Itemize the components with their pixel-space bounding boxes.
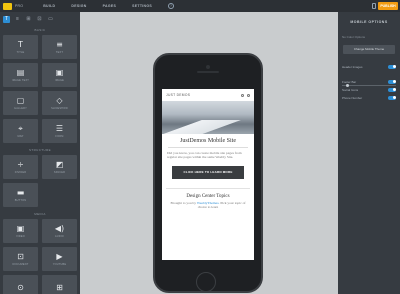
panel-title: MOBILE OPTIONS [350, 20, 388, 24]
grid-icon: ⊞ [56, 282, 63, 292]
image-icon: ▣ [55, 68, 64, 77]
element-title[interactable]: T TITLE [3, 35, 38, 59]
plan-label[interactable]: PRO [15, 4, 23, 8]
panel-tabs: T ≡ ⊞ ⊡ ▭ [0, 12, 80, 25]
nav-settings[interactable]: SETTINGS [132, 4, 152, 8]
element-form[interactable]: ☰ FORM [42, 119, 77, 143]
weebly-logo-icon[interactable] [3, 2, 12, 10]
title-icon: T [18, 40, 23, 49]
option-social-icons: Social Icons [338, 87, 400, 92]
mobile-body-text[interactable]: Did you know, you can create mobile site… [162, 151, 254, 161]
menu-icon[interactable] [241, 93, 244, 97]
weebly-themes-link[interactable]: WeeblyThemes. [197, 201, 220, 205]
phone-frame: JUST DEMOS JustDemos Mobile Site Did you… [153, 53, 263, 293]
element-slideshow[interactable]: ◇ SLIDESHOW [42, 91, 77, 115]
element-divider[interactable]: ÷ DIVIDER [3, 155, 38, 179]
nav-build[interactable]: BUILD [43, 4, 55, 8]
document-icon: ⊡ [17, 252, 24, 261]
home-button [196, 272, 216, 292]
device-switcher [372, 3, 376, 9]
phone-number-toggle[interactable] [388, 95, 396, 100]
tab-grid-icon[interactable]: ⊞ [25, 16, 32, 23]
section-structure-label: STRUCTURE [28, 148, 52, 152]
youtube-icon: ▶ [56, 252, 63, 261]
mobile-options-panel: MOBILE OPTIONS No Color Options Change M… [338, 12, 400, 294]
option-header-images: Header Images [338, 64, 400, 69]
topic-heading[interactable]: Design Center Topics [162, 194, 254, 199]
editor-canvas: JUST DEMOS JustDemos Mobile Site Did you… [80, 12, 338, 294]
publish-button[interactable]: PUBLISH [378, 2, 398, 10]
elements-panel: T ≡ ⊞ ⊡ ▭ BASIC T TITLE ≡ TEXT ▤ IMAGE TEXT… [0, 12, 80, 294]
element-audio[interactable]: ◀) AUDIO [42, 219, 77, 243]
phone-screen[interactable]: JUST DEMOS JustDemos Mobile Site Did you… [162, 89, 254, 260]
speaker-grille [197, 71, 219, 73]
element-video[interactable]: ▣ VIDEO [3, 219, 38, 243]
text-icon: ≡ [56, 40, 63, 49]
tab-layout-icon[interactable]: ≡ [14, 16, 21, 23]
audio-icon: ◀) [54, 224, 65, 233]
video-icon: ▣ [16, 224, 25, 233]
nav-pages[interactable]: PAGES [103, 4, 117, 8]
topic-text[interactable]: Brought to you by WeeblyThemes. Pick you… [162, 201, 254, 211]
slider-knob[interactable] [346, 84, 349, 87]
header-image[interactable] [162, 101, 254, 134]
option-phone-number: Phone Number [338, 95, 400, 100]
mobile-header: JUST DEMOS [162, 89, 254, 101]
media-elements: ▣ VIDEO ◀) AUDIO ⊡ DOCUMENT ▶ YOUTUBE ⊙ ⊞ [0, 219, 80, 294]
form-icon: ☰ [55, 124, 64, 133]
desktop-view-icon[interactable] [372, 3, 376, 9]
scroll-size-slider[interactable] [342, 84, 396, 87]
learn-more-button[interactable]: CLICK HERE TO LEARN MORE [172, 166, 244, 180]
element-spacer[interactable]: ◩ SPACER [42, 155, 77, 179]
element-media-6[interactable]: ⊞ [42, 275, 77, 294]
section-media-label: MEDIA [34, 212, 46, 216]
header-images-toggle[interactable] [388, 64, 396, 69]
gallery-icon: ▢ [16, 96, 25, 105]
social-icons-toggle[interactable] [388, 87, 396, 92]
top-bar: PRO BUILD DESIGN PAGES SETTINGS ? PUBLIS… [0, 0, 400, 12]
button-icon: ▬ [16, 188, 25, 197]
image-text-icon: ▤ [16, 68, 25, 77]
element-image[interactable]: ▣ IMAGE [42, 63, 77, 87]
tab-more-icon[interactable]: ▭ [47, 16, 54, 23]
element-gallery[interactable]: ▢ GALLERY [3, 91, 38, 115]
map-icon: ⌖ [18, 124, 23, 133]
title-divider [168, 147, 248, 148]
slideshow-icon: ◇ [56, 96, 63, 105]
mobile-brand[interactable]: JUST DEMOS [166, 93, 190, 97]
element-button[interactable]: ▬ BUTTON [3, 183, 38, 207]
color-options-label: No Color Options [342, 35, 366, 39]
structure-elements: ÷ DIVIDER ◩ SPACER ▬ BUTTON [0, 155, 80, 207]
footer-bar-toggle[interactable] [388, 79, 396, 84]
mobile-header-icons [241, 93, 250, 97]
element-image-text[interactable]: ▤ IMAGE TEXT [3, 63, 38, 87]
spacer-icon: ◩ [55, 160, 64, 169]
element-map[interactable]: ⌖ MAP [3, 119, 38, 143]
media-icon: ⊙ [17, 282, 24, 292]
divider-icon: ÷ [17, 160, 24, 169]
element-media-5[interactable]: ⊙ [3, 275, 38, 294]
element-text[interactable]: ≡ TEXT [42, 35, 77, 59]
change-theme-button[interactable]: Change Mobile Theme [343, 45, 395, 54]
tab-text-icon[interactable]: T [3, 16, 10, 23]
tab-media-icon[interactable]: ⊡ [36, 16, 43, 23]
help-icon[interactable]: ? [168, 3, 175, 9]
element-youtube[interactable]: ▶ YOUTUBE [42, 247, 77, 271]
basic-elements: T TITLE ≡ TEXT ▤ IMAGE TEXT ▣ IMAGE ▢ GALLERY… [0, 35, 80, 143]
section-basic-label: BASIC [34, 28, 46, 32]
search-icon[interactable] [247, 93, 250, 97]
camera-icon [206, 65, 210, 69]
element-document[interactable]: ⊡ DOCUMENT [3, 247, 38, 271]
mobile-page-title[interactable]: JustDemos Mobile Site [162, 138, 254, 144]
content-divider [166, 188, 250, 189]
nav-design[interactable]: DESIGN [71, 4, 86, 8]
